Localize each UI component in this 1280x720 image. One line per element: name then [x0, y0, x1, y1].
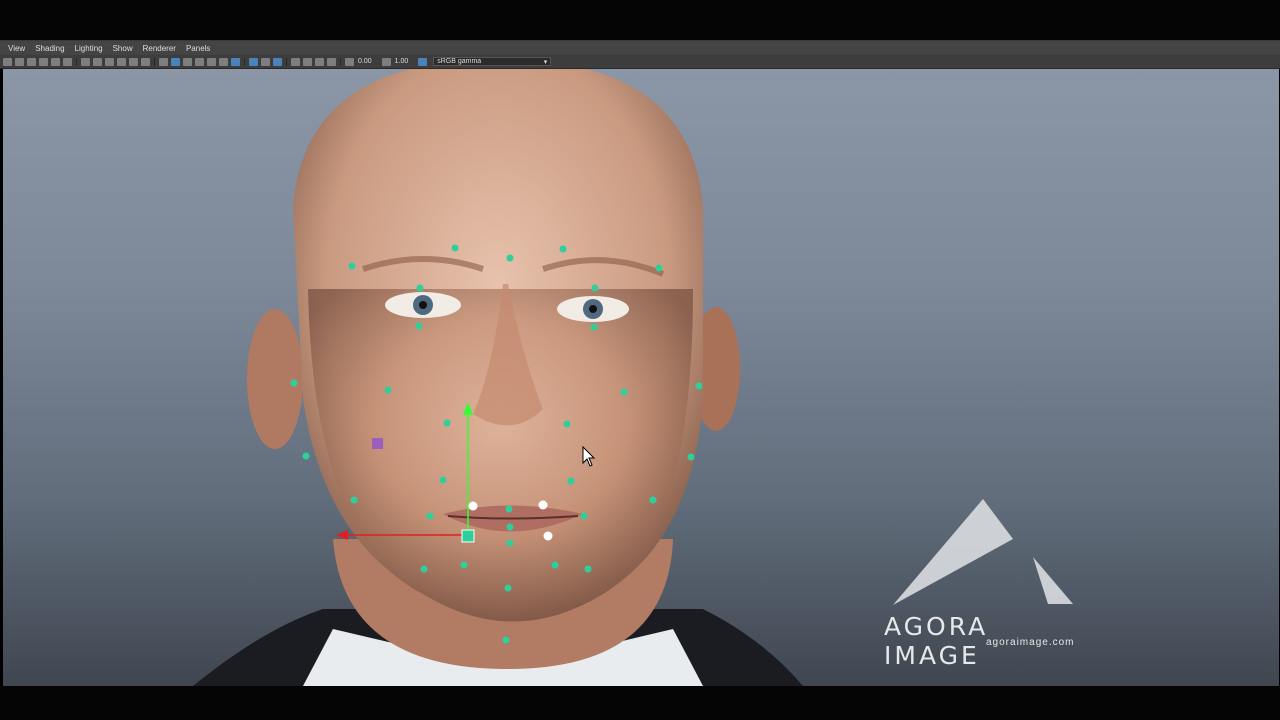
control-point[interactable]	[506, 254, 514, 262]
exposure-icon[interactable]	[345, 57, 354, 66]
camera-icon[interactable]	[3, 57, 12, 66]
control-point[interactable]	[559, 245, 567, 253]
chevron-down-icon: ▾	[543, 58, 548, 66]
left-ear-shape	[247, 309, 303, 449]
watermark-url: agoraimage.com	[986, 637, 1075, 648]
control-point[interactable]	[687, 453, 695, 461]
toolbar-separator	[244, 57, 245, 66]
manipulator-center-handle[interactable]	[461, 529, 475, 543]
control-point[interactable]	[695, 382, 703, 390]
color-space-value: sRGB gamma	[437, 58, 482, 65]
control-point[interactable]	[420, 565, 428, 573]
control-point[interactable]	[567, 477, 575, 485]
selection-handle[interactable]	[372, 438, 383, 449]
control-point[interactable]	[290, 379, 298, 387]
resolution-gate-icon[interactable]	[93, 57, 102, 66]
3d-viewport[interactable]	[3, 69, 1279, 686]
control-point[interactable]	[443, 419, 451, 427]
camera-attributes-icon[interactable]	[15, 57, 24, 66]
control-point[interactable]	[460, 561, 468, 569]
control-point[interactable]	[350, 496, 358, 504]
selected-control-point[interactable]	[543, 531, 553, 541]
face-render	[193, 69, 1073, 686]
control-point[interactable]	[649, 496, 657, 504]
top-letterbox	[0, 0, 1280, 40]
menu-view[interactable]: View	[8, 44, 25, 53]
agora-logo-icon	[893, 499, 1013, 605]
control-point[interactable]	[620, 388, 628, 396]
control-point[interactable]	[302, 452, 310, 460]
agora-logo-icon	[1033, 557, 1073, 604]
menu-panels[interactable]: Panels	[186, 44, 210, 53]
selected-control-point[interactable]	[538, 500, 548, 510]
control-point[interactable]	[506, 523, 514, 531]
control-point[interactable]	[580, 512, 588, 520]
control-point[interactable]	[384, 386, 392, 394]
control-point[interactable]	[348, 262, 356, 270]
control-point[interactable]	[426, 512, 434, 520]
smooth-shade-icon[interactable]	[171, 57, 180, 66]
grid-icon[interactable]	[51, 57, 60, 66]
ambient-occlusion-icon[interactable]	[249, 57, 258, 66]
control-point[interactable]	[506, 539, 514, 547]
left-pupil-shape	[419, 301, 427, 309]
view-transform-icon[interactable]	[418, 57, 428, 66]
x-axis-arrow[interactable]	[336, 530, 348, 540]
field-chart-icon[interactable]	[117, 57, 126, 66]
control-point[interactable]	[504, 584, 512, 592]
control-point[interactable]	[584, 565, 592, 573]
toolbar-separator	[340, 57, 341, 66]
selected-control-point[interactable]	[468, 501, 478, 511]
textured-icon[interactable]	[207, 57, 216, 66]
color-space-select[interactable]: sRGB gamma ▾	[433, 57, 552, 66]
control-point[interactable]	[451, 244, 459, 252]
menu-lighting[interactable]: Lighting	[75, 44, 103, 53]
control-point[interactable]	[591, 284, 599, 292]
gamma-icon[interactable]	[381, 57, 391, 66]
image-plane-icon[interactable]	[39, 57, 48, 66]
toolbar-separator	[76, 57, 77, 66]
isolate-select-icon[interactable]	[291, 57, 300, 66]
control-point[interactable]	[563, 420, 571, 428]
viewport-toolbar: 0.00 1.00 sRGB gamma ▾	[0, 55, 1280, 69]
safe-action-icon[interactable]	[129, 57, 138, 66]
control-point[interactable]	[502, 636, 510, 644]
motion-blur-icon[interactable]	[261, 57, 270, 66]
control-point[interactable]	[415, 322, 423, 330]
control-point[interactable]	[416, 284, 424, 292]
control-point[interactable]	[505, 505, 513, 513]
antialiasing-icon[interactable]	[273, 57, 282, 66]
menu-renderer[interactable]: Renderer	[143, 44, 176, 53]
exposure-field[interactable]: 0.00	[358, 58, 372, 65]
shadows-icon[interactable]	[231, 57, 240, 66]
backface-culling-icon[interactable]	[327, 57, 336, 66]
control-point[interactable]	[590, 323, 598, 331]
control-point[interactable]	[655, 264, 663, 272]
toolbar-separator	[154, 57, 155, 66]
right-pupil-shape	[589, 305, 597, 313]
viewport-menu-bar: View Shading Lighting Show Renderer Pane…	[0, 40, 1280, 56]
pen-icon[interactable]	[63, 57, 72, 66]
xray-joints-icon[interactable]	[315, 57, 324, 66]
bottom-letterbox	[0, 686, 1280, 720]
menu-shading[interactable]: Shading	[35, 44, 64, 53]
menu-show[interactable]: Show	[113, 44, 133, 53]
gamma-field[interactable]: 1.00	[395, 58, 409, 65]
gate-mask-icon[interactable]	[105, 57, 114, 66]
control-point[interactable]	[551, 561, 559, 569]
lights-icon[interactable]	[219, 57, 228, 66]
bookmark-icon[interactable]	[27, 57, 36, 66]
safe-title-icon[interactable]	[141, 57, 150, 66]
xray-icon[interactable]	[303, 57, 312, 66]
toolbar-separator	[286, 57, 287, 66]
wireframe-icon[interactable]	[159, 57, 168, 66]
wireframe-on-shaded-icon[interactable]	[195, 57, 204, 66]
film-gate-icon[interactable]	[81, 57, 90, 66]
default-material-icon[interactable]	[183, 57, 192, 66]
control-point[interactable]	[439, 476, 447, 484]
